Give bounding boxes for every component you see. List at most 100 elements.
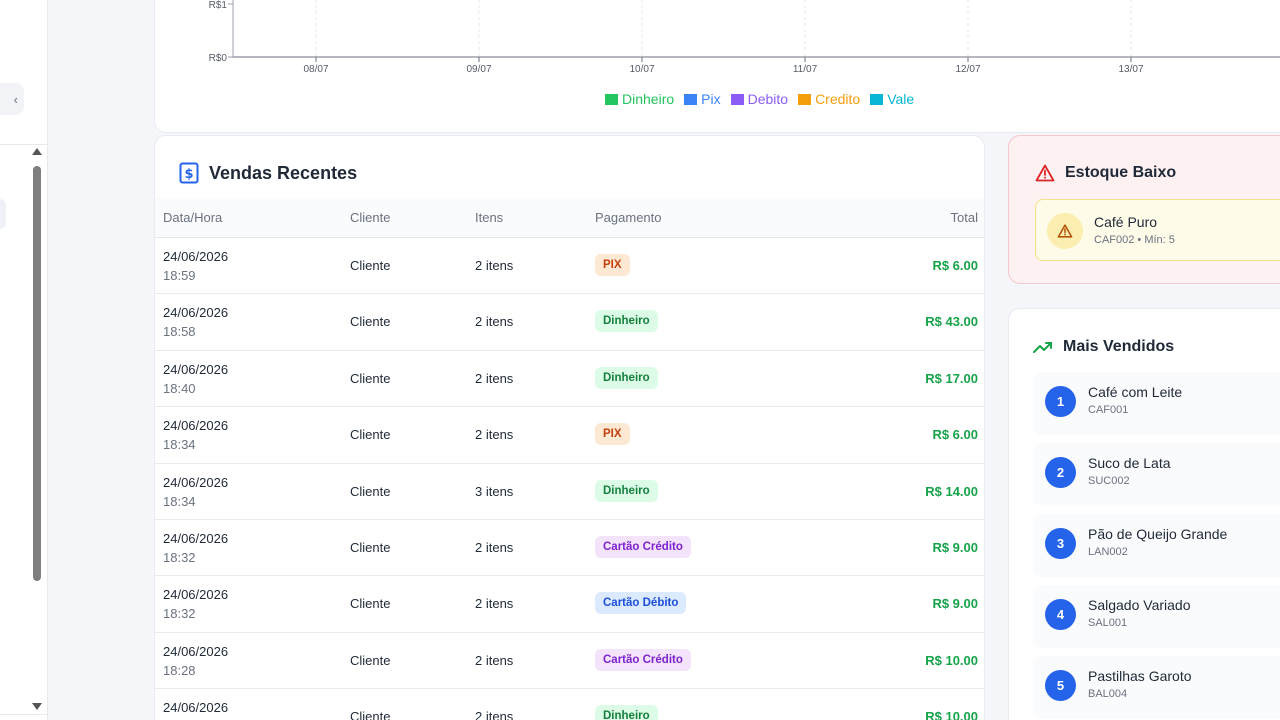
sale-datetime: 24/06/2026 [163, 698, 228, 717]
sale-total: R$ 10.00 [925, 652, 978, 668]
sale-items: 2 itens [475, 314, 514, 330]
list-item[interactable]: 2 Suco de Lata SUC002 [1033, 443, 1280, 506]
list-item[interactable]: 1 Café com Leite CAF001 [1033, 372, 1280, 435]
x-tick-label: 08/07 [303, 64, 328, 75]
table-row[interactable]: 24/06/2026 18:40 Cliente 2 itens Dinheiro R$ … [155, 351, 984, 408]
payment-badge-wrap: Dinheiro [595, 705, 658, 720]
sale-total: R$ 9.00 [932, 539, 978, 555]
recent-sales-title: Vendas Recentes [209, 162, 358, 183]
table-row[interactable]: 24/06/2026 18:34 Cliente 3 itens Dinheiro R$ … [155, 464, 984, 520]
sale-client: Cliente [350, 314, 391, 330]
column-header-date[interactable]: Data/Hora [163, 210, 222, 225]
sale-time: 18:32 [163, 549, 196, 565]
payment-badge: Cartão Crédito [595, 535, 691, 558]
sale-total: R$ 10.00 [925, 709, 978, 720]
column-header-total[interactable]: Total [951, 210, 978, 225]
payment-badge: PIX [595, 254, 630, 276]
payment-badge-wrap: Cartão Crédito [595, 648, 691, 671]
table-row[interactable]: 24/06/2026 18:34 Cliente 2 itens PIX R$ 6.00 [155, 407, 984, 464]
sale-items: 2 itens [475, 596, 514, 612]
legend-label: Credito [815, 91, 861, 107]
sale-date: 24/06/2026 [163, 361, 229, 377]
warning-icon [1057, 224, 1073, 238]
column-header-items[interactable]: Itens [475, 210, 503, 225]
payment-badge: Dinheiro [595, 479, 658, 502]
column-header-client[interactable]: Cliente [350, 210, 390, 225]
low-stock-title: Estoque Baixo [1065, 164, 1177, 181]
low-stock-item[interactable]: Café Puro CAF002 • Mín: 5 [1035, 199, 1280, 261]
legend-label: Debito [747, 91, 789, 107]
table-row[interactable]: 24/06/2026 18:28 Cliente 2 itens Cartão Créd… [155, 633, 984, 690]
top-sellers-card: Mais Vendidos 1 Café com Leite CAF001 2 Suco… [1008, 308, 1280, 720]
scrollbar-thumb[interactable] [33, 166, 41, 581]
sale-datetime: 24/06/2026 18:32 [163, 529, 228, 567]
sale-client: Cliente [350, 596, 391, 612]
low-stock-card: Estoque Baixo Café Puro CAF002 • Mín: 5 [1008, 135, 1280, 284]
stock-item-name: Café Puro [1094, 214, 1158, 230]
legend-item[interactable]: Credito [798, 91, 860, 107]
payment-badge-wrap: Cartão Crédito [595, 535, 691, 558]
legend-label: Pix [701, 91, 721, 107]
payment-badge: Dinheiro [595, 310, 658, 333]
sidebar-item-active[interactable] [0, 199, 6, 229]
sale-total: R$ 17.00 [925, 370, 978, 386]
sale-datetime: 24/06/2026 18:28 [163, 642, 228, 680]
table-row[interactable]: 24/06/2026 18:58 Cliente 2 itens Dinheiro R$ … [155, 294, 984, 351]
list-item[interactable]: 4 Salgado Variado SAL001 [1033, 585, 1280, 648]
column-header-payment[interactable]: Pagamento [595, 210, 662, 225]
legend-item[interactable]: Vale [870, 91, 914, 107]
sidebar-scrollbar[interactable] [30, 148, 44, 710]
table-row[interactable]: 24/06/2026 18:32 Cliente 2 itens Cartão Créd… [155, 520, 984, 577]
sale-datetime: 24/06/2026 18:32 [163, 585, 228, 623]
legend-item[interactable]: Pix [684, 91, 721, 107]
x-tick-label: 13/07 [1118, 64, 1143, 75]
sale-date: 24/06/2026 [163, 249, 229, 264]
sale-client: Cliente [350, 652, 391, 668]
top-sellers-header: Mais Vendidos [1033, 338, 1174, 356]
legend-label: Dinheiro [622, 91, 675, 107]
sale-datetime: 24/06/2026 18:34 [163, 416, 228, 454]
scroll-down-arrow-icon[interactable] [32, 703, 42, 710]
legend-swatch [684, 93, 698, 105]
sales-by-payment-chart: R$1 R$0 08/07 09/07 10/07 11/07 12/07 13/07 Din… [154, 0, 1280, 133]
list-item[interactable]: 3 Pão de Queijo Grande LAN002 [1033, 514, 1280, 577]
top-sellers-list: 1 Café com Leite CAF001 2 Suco de Lata SUC002… [1033, 372, 1280, 720]
payment-badge: Dinheiro [595, 366, 658, 389]
legend-swatch [870, 93, 884, 105]
rank-badge: 5 [1045, 670, 1076, 701]
rank-badge: 1 [1045, 386, 1076, 417]
recent-sales-card: $ Vendas Recentes Data/Hora Cliente Iten… [154, 135, 985, 720]
dollar-icon: $ [179, 162, 199, 184]
x-tick-label: 10/07 [629, 64, 654, 75]
sidebar-divider-bottom [0, 714, 48, 715]
payment-badge-wrap: Dinheiro [595, 366, 658, 389]
sale-items: 2 itens [475, 258, 514, 273]
table-row[interactable]: 24/06/2026 18:59 Cliente 2 itens PIX R$ 6.00 [155, 238, 984, 295]
product-name: Salgado Variado [1088, 597, 1191, 613]
rank-badge: 2 [1045, 457, 1076, 488]
table-row[interactable]: 24/06/2026 18:32 Cliente 2 itens Cartão Débi… [155, 576, 984, 633]
legend-item[interactable]: Dinheiro [605, 91, 674, 107]
warning-icon [1035, 164, 1055, 182]
legend-item[interactable]: Debito [730, 91, 789, 107]
payment-badge: Cartão Crédito [595, 648, 691, 671]
payment-badge: PIX [595, 423, 630, 446]
product-code: SAL001 [1088, 617, 1128, 629]
sidebar-collapse-button[interactable]: ‹ [0, 83, 24, 115]
table-row[interactable]: 24/06/2026 Cliente 2 itens Dinheiro R$ 10.00 [155, 689, 984, 720]
sale-total: R$ 43.00 [925, 314, 978, 330]
sale-time: 18:59 [163, 268, 196, 283]
payment-badge-wrap: PIX [595, 254, 630, 276]
sale-client: Cliente [350, 258, 391, 273]
sidebar-divider [0, 144, 48, 145]
sale-date: 24/06/2026 [163, 530, 229, 546]
sale-date: 24/06/2026 [163, 474, 229, 490]
sale-date: 24/06/2026 [163, 643, 229, 659]
chevron-left-icon: ‹ [13, 91, 18, 107]
sale-time: 18:34 [163, 493, 196, 509]
x-tick-label: 11/07 [793, 64, 818, 75]
scroll-up-arrow-icon[interactable] [32, 148, 42, 155]
sale-items: 2 itens [475, 709, 514, 720]
list-item[interactable]: 5 Pastilhas Garoto BAL004 [1033, 656, 1280, 719]
payment-badge-wrap: Dinheiro [595, 479, 658, 502]
